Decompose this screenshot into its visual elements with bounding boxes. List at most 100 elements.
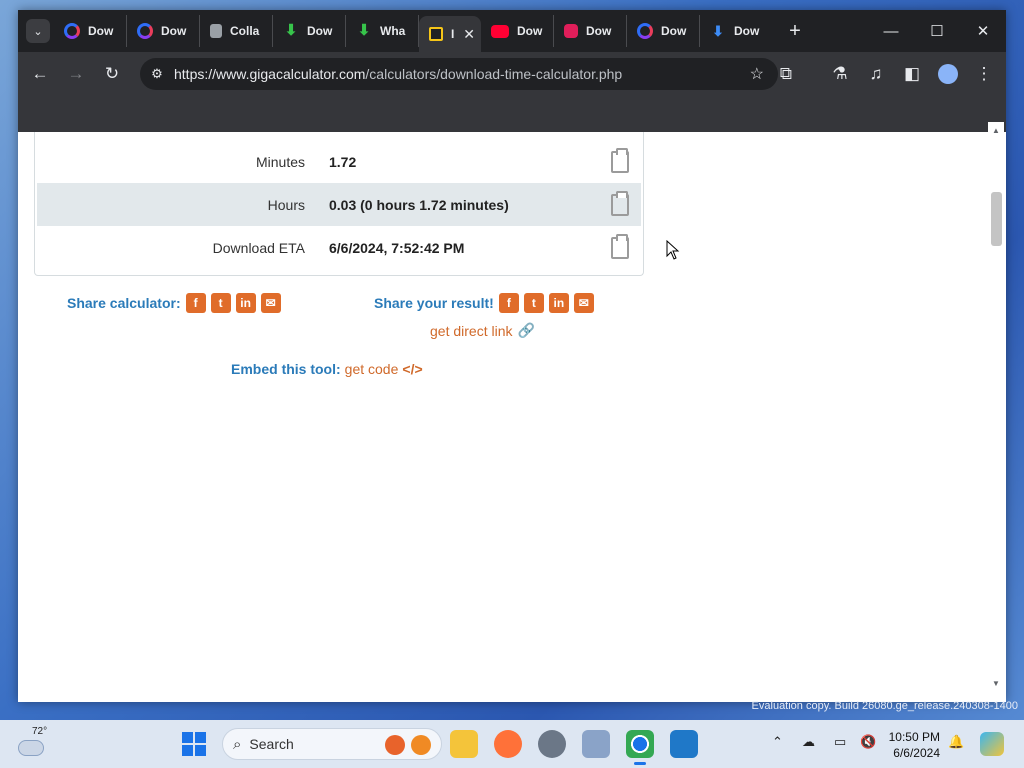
code-icon[interactable]: </> — [402, 361, 422, 377]
results-table: Minutes 1.72 Hours 0.03 (0 hours 1.72 mi… — [34, 132, 644, 276]
profile-avatar-icon[interactable] — [930, 58, 966, 90]
share-result-label: Share your result! — [374, 295, 494, 311]
weather-temp: 72° — [32, 726, 48, 737]
clock-time: 10:50 PM — [888, 730, 940, 744]
linkedin-icon[interactable]: in — [235, 293, 256, 313]
link-chain-icon[interactable]: 🔗 — [517, 322, 534, 339]
mouse-cursor-icon — [666, 240, 680, 260]
scroll-down-icon[interactable]: ▼ — [992, 679, 1000, 688]
tab-search-button[interactable]: ⌄ — [26, 19, 50, 43]
basketball-icon — [411, 735, 431, 755]
clipboard-icon[interactable] — [611, 233, 629, 259]
back-button[interactable]: ← — [22, 58, 58, 90]
side-panel-icon[interactable]: ◧ — [894, 58, 930, 90]
collab-icon — [210, 24, 222, 38]
twitter-icon[interactable]: t — [210, 293, 231, 313]
desktop-edge — [0, 0, 20, 720]
table-row: Download ETA 6/6/2024, 7:52:42 PM — [37, 226, 641, 269]
file-explorer-icon[interactable] — [450, 730, 478, 758]
network-app-icon[interactable] — [582, 730, 610, 758]
page-scrollbar[interactable]: ▲ ▼ — [988, 122, 1004, 692]
tab-4[interactable]: ⬇ Wha — [346, 15, 419, 47]
tab-6[interactable]: Dow — [481, 15, 554, 47]
clipboard-icon[interactable] — [611, 190, 629, 216]
row-value: 1.72 — [329, 153, 357, 170]
address-bar[interactable]: ⚙ https://www.gigacalculator.com/calcula… — [140, 58, 778, 90]
onedrive-icon[interactable]: ☁ — [802, 734, 815, 750]
page-viewport: Minutes 1.72 Hours 0.03 (0 hours 1.72 mi… — [18, 132, 1006, 702]
bookmark-bar — [18, 96, 1006, 132]
forward-button[interactable]: → — [58, 58, 94, 90]
minimize-button[interactable]: — — [868, 10, 914, 52]
download-arrow-icon: ⬇ — [284, 22, 298, 39]
facebook-icon[interactable]: f — [498, 293, 519, 313]
new-tab-button[interactable]: + — [783, 20, 807, 43]
tab-8[interactable]: Dow — [627, 15, 700, 47]
twitter-icon[interactable]: t — [523, 293, 544, 313]
firefox-icon[interactable] — [494, 730, 522, 758]
clipboard-icon[interactable] — [611, 147, 629, 173]
volume-muted-icon[interactable]: 🔇 — [860, 734, 876, 750]
download-arrow-icon: ⬇ — [357, 22, 371, 39]
direct-link[interactable]: get direct link 🔗 — [430, 322, 535, 339]
blue-download-icon: ⬇ — [712, 23, 724, 39]
start-button[interactable] — [182, 732, 206, 756]
tab-strip: ⌄ Dow Dow Colla ⬇ Dow ⬇ Wha I ✕ Dow Dow Dow… — [18, 10, 1006, 52]
copilot-icon[interactable] — [980, 732, 1004, 756]
settings-gear-icon[interactable] — [538, 730, 566, 758]
site-info-icon[interactable]: ⚙ — [140, 66, 174, 82]
extensions-icon[interactable]: ⧉ — [768, 58, 804, 90]
get-code-link[interactable]: get code — [345, 361, 399, 377]
close-icon[interactable]: ✕ — [463, 26, 475, 43]
gigacalculator-icon — [429, 27, 443, 41]
taskbar-search[interactable]: ⌕ Search — [222, 728, 442, 760]
display-icon[interactable]: ▭ — [834, 734, 846, 750]
row-value: 6/6/2024, 7:52:42 PM — [329, 239, 465, 256]
scroll-thumb[interactable] — [991, 192, 1002, 246]
labs-flask-icon[interactable]: ⚗ — [822, 58, 858, 90]
linkedin-icon[interactable]: in — [548, 293, 569, 313]
tab-0[interactable]: Dow — [54, 15, 127, 47]
embed-label: Embed this tool: — [231, 361, 341, 377]
media-control-icon[interactable]: ♫ — [858, 58, 894, 90]
share-calculator: Share calculator: f t in ✉ — [67, 293, 281, 313]
ring-logo-icon — [637, 23, 653, 39]
notification-bell-icon[interactable]: 🔔 — [948, 734, 964, 750]
tab-3[interactable]: ⬇ Dow — [273, 15, 346, 47]
row-value: 0.03 (0 hours 1.72 minutes) — [329, 196, 509, 213]
url-path: /calculators/download-time-calculator.ph… — [365, 66, 623, 82]
system-clock[interactable]: 10:50 PM 6/6/2024 — [889, 729, 940, 761]
chevron-up-icon[interactable]: ⌃ — [772, 734, 783, 750]
reload-button[interactable]: ↻ — [94, 58, 130, 90]
tab-2[interactable]: Colla — [200, 15, 273, 47]
photos-app-icon[interactable] — [670, 730, 698, 758]
bookmark-star-icon[interactable]: ☆ — [750, 64, 764, 84]
search-highlight-icon — [385, 735, 405, 755]
weather-widget[interactable]: 72° — [18, 726, 52, 760]
ring-logo-icon — [137, 23, 153, 39]
evaluation-watermark: Evaluation copy. Build 26080.ge_release.… — [751, 700, 1018, 712]
browser-window: ⌄ Dow Dow Colla ⬇ Dow ⬇ Wha I ✕ Dow Dow Dow… — [18, 10, 1006, 702]
email-icon[interactable]: ✉ — [260, 293, 281, 313]
search-icon: ⌕ — [233, 735, 242, 753]
row-label: Download ETA — [212, 239, 305, 256]
search-placeholder: Search — [249, 736, 294, 752]
maximize-button[interactable]: ☐ — [914, 10, 960, 52]
direct-link-text[interactable]: get direct link — [430, 323, 512, 339]
tab-9[interactable]: ⬇ Dow — [700, 15, 773, 47]
tab-1[interactable]: Dow — [127, 15, 200, 47]
close-window-button[interactable]: ✕ — [960, 10, 1006, 52]
facebook-icon[interactable]: f — [185, 293, 206, 313]
cloud-icon — [18, 740, 44, 756]
share-calculator-label: Share calculator: — [67, 295, 181, 311]
chrome-icon[interactable] — [626, 730, 654, 765]
scroll-up-icon[interactable]: ▲ — [992, 126, 1000, 135]
share-result: Share your result! f t in ✉ — [374, 293, 594, 313]
email-icon[interactable]: ✉ — [573, 293, 594, 313]
menu-kebab-icon[interactable]: ⋮ — [966, 58, 1002, 90]
tab-7[interactable]: Dow — [554, 15, 627, 47]
url-host: https://www.gigacalculator.com — [174, 66, 366, 82]
youtube-icon — [491, 24, 509, 38]
tab-active[interactable]: I ✕ — [419, 16, 481, 52]
row-label: Minutes — [255, 153, 305, 170]
